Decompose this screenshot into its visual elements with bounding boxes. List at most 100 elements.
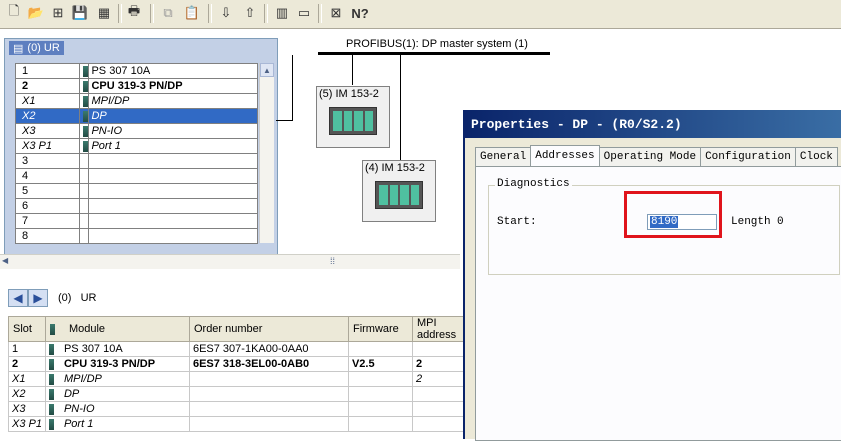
table-row[interactable]: 2 CPU 319-3 PN/DP 6ES7 318-3EL00-0AB0 V2.5 2 — [8, 356, 469, 372]
cell-firmware — [347, 401, 413, 417]
tab-configuration[interactable]: Configuration — [700, 147, 796, 166]
detail-title: (0) UR — [58, 292, 97, 304]
rack-row[interactable]: 1 PS 307 10A — [14, 63, 258, 79]
col-slot[interactable]: Slot — [8, 316, 46, 342]
cell-order — [188, 371, 349, 387]
module-icon — [48, 373, 54, 385]
copy-icon[interactable]: ⧉ — [158, 3, 178, 23]
tab-general[interactable]: General — [475, 147, 532, 166]
rack-row[interactable]: X2 DP — [14, 108, 258, 124]
cell-module: MPI/DP — [44, 371, 190, 387]
col-module[interactable]: Module — [44, 316, 190, 342]
table-row[interactable]: X1 MPI/DP 2 — [8, 371, 469, 387]
rack-row[interactable]: 7 — [14, 213, 258, 229]
rack-slot: X1 — [14, 93, 81, 109]
dialog-title: Properties - DP - (R0/S2.2) — [465, 110, 841, 138]
cell-slot: 1 — [8, 341, 46, 357]
table-row[interactable]: X2 DP — [8, 386, 469, 402]
save-compile-icon[interactable]: ▦ — [94, 3, 114, 23]
cell-module: CPU 319-3 PN/DP — [44, 356, 190, 372]
station-label: (4) IM 153-2 — [365, 162, 425, 174]
col-firmware[interactable]: Firmware — [347, 316, 413, 342]
cell-firmware — [347, 386, 413, 402]
rack-row[interactable]: 4 — [14, 168, 258, 184]
tab-clock[interactable]: Clock — [794, 147, 838, 166]
tab-operating-mode[interactable]: Operating Mode — [598, 147, 702, 166]
rack-module: Port 1 — [88, 138, 258, 154]
scroll-left-icon[interactable]: ◀ — [2, 256, 8, 265]
cell-order — [188, 386, 349, 402]
module-icon — [83, 65, 89, 77]
rack-module — [88, 183, 258, 199]
tab-addresses[interactable]: Addresses — [530, 145, 600, 166]
bus-drop-2 — [400, 55, 401, 160]
network-icon[interactable]: ⊞ — [48, 3, 68, 23]
catalog-icon[interactable]: ▥ — [272, 3, 292, 23]
cell-slot: X1 — [8, 371, 46, 387]
scroll-grip-icon[interactable]: ⁞⁞ — [330, 256, 335, 266]
print-icon[interactable]: 🖶 — [124, 3, 144, 23]
rack-module: CPU 319-3 PN/DP — [88, 78, 258, 94]
cell-order — [188, 401, 349, 417]
module-icon — [48, 343, 54, 355]
length-label: Length — [731, 216, 771, 228]
col-order-number[interactable]: Order number — [188, 316, 349, 342]
table-row[interactable]: X3 P1 Port 1 — [8, 416, 469, 432]
scroll-up-icon[interactable]: ▲ — [260, 63, 274, 77]
module-icon — [83, 80, 89, 92]
rack-module — [88, 153, 258, 169]
rack-module — [88, 168, 258, 184]
rack-row[interactable]: X1 MPI/DP — [14, 93, 258, 109]
module-icon — [48, 358, 54, 370]
cell-mpi — [411, 386, 469, 402]
table-row[interactable]: 1 PS 307 10A 6ES7 307-1KA00-0AA0 — [8, 341, 469, 357]
rack-module: PN-IO — [88, 123, 258, 139]
length-value: 0 — [777, 216, 784, 228]
cell-order: 6ES7 318-3EL00-0AB0 — [188, 356, 349, 372]
rack-scrollbar[interactable]: ▲ — [259, 63, 274, 243]
rack-slot: X3 — [14, 123, 81, 139]
rack-slot: 5 — [14, 183, 81, 199]
highlight-box — [624, 191, 722, 238]
cell-mpi — [411, 401, 469, 417]
cell-mpi: 2 — [411, 356, 469, 372]
bus-master-link — [292, 55, 293, 120]
properties-dialog: Properties - DP - (R0/S2.2) General Addre… — [463, 110, 841, 441]
forward-arrow-icon[interactable]: ▶ — [28, 289, 48, 307]
bus-drop-1 — [352, 55, 353, 85]
rack-slot: 3 — [14, 153, 81, 169]
paste-icon[interactable]: 📋 — [182, 3, 202, 23]
station-rack-icon — [329, 107, 377, 135]
rack-row[interactable]: 6 — [14, 198, 258, 214]
cell-module: DP — [44, 386, 190, 402]
cell-slot: 2 — [8, 356, 46, 372]
netpro-icon[interactable]: ⊠ — [326, 3, 346, 23]
station-rack-icon — [375, 181, 423, 209]
station-5[interactable]: (5) IM 153-2 — [316, 86, 390, 148]
rack-row[interactable]: 8 — [14, 228, 258, 244]
rack-row[interactable]: X3 P1 Port 1 — [14, 138, 258, 154]
module-icon — [83, 125, 89, 137]
rack-slot: X3 P1 — [14, 138, 81, 154]
station-4[interactable]: (4) IM 153-2 — [362, 160, 436, 222]
rack-row[interactable]: 5 — [14, 183, 258, 199]
rack-row[interactable]: 3 — [14, 153, 258, 169]
table-row[interactable]: X3 PN-IO — [8, 401, 469, 417]
rack-row[interactable]: 2 CPU 319-3 PN/DP — [14, 78, 258, 94]
back-arrow-icon[interactable]: ◀ — [8, 289, 28, 307]
help-icon[interactable]: N? — [350, 3, 370, 23]
window-icon[interactable]: ▭ — [294, 3, 314, 23]
module-icon — [48, 403, 54, 415]
save-icon[interactable]: 💾 — [70, 3, 90, 23]
download-icon[interactable]: ⇩ — [216, 3, 236, 23]
col-mpi-address[interactable]: MPI address — [411, 316, 469, 342]
rack-icon: ▤ — [13, 42, 24, 55]
open-icon[interactable]: 📂 — [26, 3, 46, 23]
horizontal-scrollbar[interactable]: ◀ ⁞⁞ — [0, 254, 460, 269]
cell-module: Port 1 — [44, 416, 190, 432]
upload-icon[interactable]: ⇧ — [240, 3, 260, 23]
rack-row[interactable]: X3 PN-IO — [14, 123, 258, 139]
group-label: Diagnostics — [495, 178, 572, 190]
new-icon[interactable]: 🗋 — [4, 3, 24, 23]
cell-module: PS 307 10A — [44, 341, 190, 357]
